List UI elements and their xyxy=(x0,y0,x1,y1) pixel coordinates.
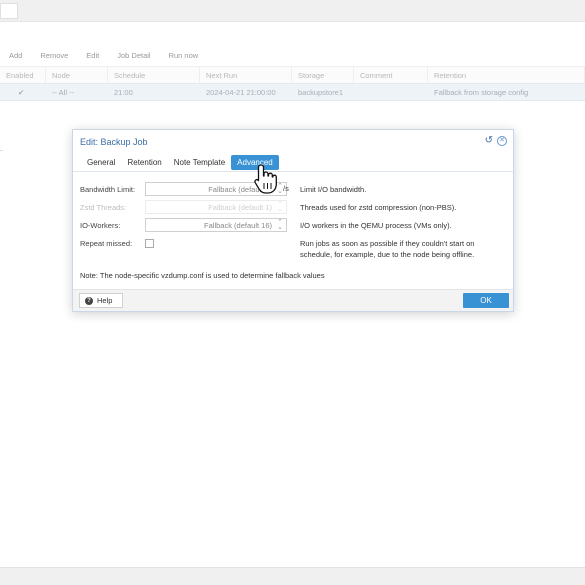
zstd-value: Fallback (default 1) xyxy=(208,202,272,212)
cell-retention: Fallback from storage config xyxy=(434,87,529,97)
spinner-icon[interactable]: ⌃ ⌄ xyxy=(277,219,283,231)
cell-node: -- All -- xyxy=(52,87,75,97)
io-workers-desc: I/O workers in the QEMU process (VMs onl… xyxy=(300,221,452,230)
add-button[interactable]: Add xyxy=(2,47,29,64)
bottom-bar xyxy=(0,567,585,585)
dialog-tabs: General Retention Note Template Advanced xyxy=(73,154,513,172)
bandwidth-desc: Limit I/O bandwidth. xyxy=(300,185,367,194)
repeat-missed-desc: Run jobs as soon as possible if they cou… xyxy=(300,239,475,259)
zstd-label: Zstd Threads: xyxy=(80,202,127,212)
edit-button[interactable]: Edit xyxy=(79,47,106,64)
column-header-storage[interactable]: Storage xyxy=(292,67,354,83)
column-header-comment[interactable]: Comment xyxy=(354,67,428,83)
job-detail-button[interactable]: Job Detail xyxy=(110,47,157,64)
column-header-schedule[interactable]: Schedule xyxy=(108,67,200,83)
backup-jobs-grid: Enabled Node Schedule Next Run Storage C… xyxy=(0,66,585,101)
zstd-desc: Threads used for zstd compression (non-P… xyxy=(300,203,457,212)
tab-retention[interactable]: Retention xyxy=(121,155,167,170)
repeat-missed-row: Repeat missed: xyxy=(80,236,154,250)
column-header-retention[interactable]: Retention xyxy=(428,67,585,83)
ok-button[interactable]: OK xyxy=(463,293,509,308)
cell-next-run: 2024-04-21 21:00:00 xyxy=(206,87,276,97)
column-header-next-run[interactable]: Next Run xyxy=(200,67,292,83)
top-bar-widget[interactable] xyxy=(0,3,18,19)
help-button[interactable]: ? Help xyxy=(79,293,123,308)
help-icon: ? xyxy=(85,296,93,305)
zstd-threads-field: Fallback (default 1) ⌃ ⌄ xyxy=(145,200,287,214)
tab-general[interactable]: General xyxy=(81,155,121,170)
backup-toolbar: Add Remove Edit Job Detail Run now xyxy=(0,44,585,66)
divider xyxy=(0,150,3,164)
edit-backup-job-dialog: Edit: Backup Job ↺ ✕ General Retention N… xyxy=(72,129,514,312)
zstd-row: Zstd Threads: Fallback (default 1) ⌃ ⌄ xyxy=(80,200,287,214)
enabled-check-icon: ✔ xyxy=(18,87,25,97)
reset-icon[interactable]: ↺ xyxy=(485,136,493,146)
help-label: Help xyxy=(97,296,113,305)
bandwidth-unit: /s xyxy=(283,184,289,193)
dialog-tools: ↺ ✕ xyxy=(485,136,507,146)
repeat-missed-checkbox[interactable] xyxy=(145,238,154,248)
bandwidth-label: Bandwidth Limit: xyxy=(80,184,136,194)
dialog-title: Edit: Backup Job xyxy=(80,137,148,147)
io-workers-field[interactable]: Fallback (default 16) ⌃ ⌄ xyxy=(145,218,287,232)
io-workers-row: IO-Workers: Fallback (default 16) ⌃ ⌄ xyxy=(80,218,287,232)
dialog-footer: ? Help OK xyxy=(73,289,513,311)
close-icon[interactable]: ✕ xyxy=(497,136,507,146)
tab-note-template[interactable]: Note Template xyxy=(168,155,231,170)
remove-button[interactable]: Remove xyxy=(33,47,75,64)
spinner-icon: ⌃ ⌄ xyxy=(277,201,283,213)
run-now-button[interactable]: Run now xyxy=(162,47,206,64)
fallback-note: Note: The node-specific vzdump.conf is u… xyxy=(80,271,325,280)
io-workers-label: IO-Workers: xyxy=(80,220,121,230)
note-text: The node-specific vzdump.conf is used to… xyxy=(99,271,325,280)
grid-header: Enabled Node Schedule Next Run Storage C… xyxy=(0,66,585,84)
note-prefix: Note: xyxy=(80,271,98,280)
cell-schedule: 21:00 xyxy=(114,87,133,97)
hand-pointer-icon xyxy=(254,164,277,194)
cell-storage: backupstore1 xyxy=(298,87,344,97)
advanced-panel: Bandwidth Limit: Fallback (default 0) ⌃ ⌄… xyxy=(73,172,513,288)
top-bar xyxy=(0,0,585,22)
io-workers-value: Fallback (default 16) xyxy=(204,220,272,230)
column-header-node[interactable]: Node xyxy=(46,67,108,83)
column-header-enabled[interactable]: Enabled xyxy=(0,67,46,83)
table-row[interactable]: ✔ -- All -- 21:00 2024-04-21 21:00:00 ba… xyxy=(0,84,585,101)
repeat-missed-label: Repeat missed: xyxy=(80,238,133,248)
